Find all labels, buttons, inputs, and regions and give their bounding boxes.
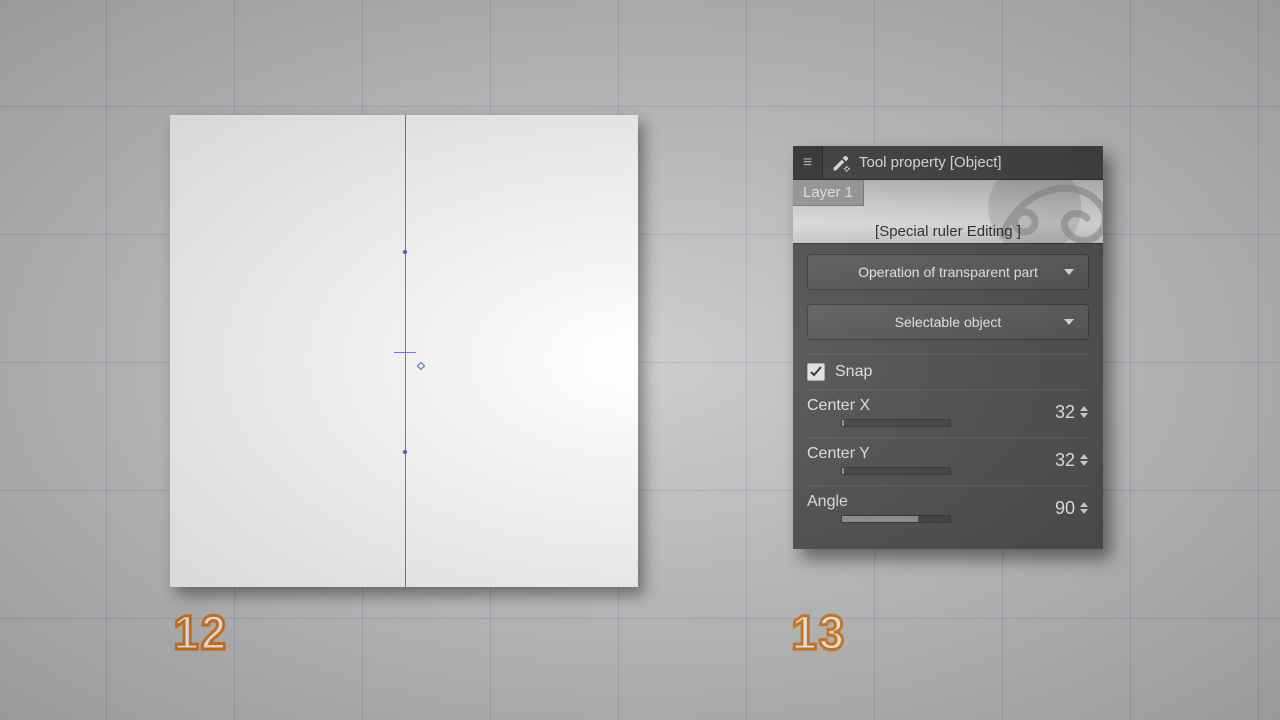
center-y-value[interactable]: 32	[1047, 450, 1075, 471]
center-y-row: Center Y 32	[807, 437, 1089, 485]
angle-slider[interactable]	[841, 515, 951, 523]
transparent-operation-dropdown[interactable]: Operation of transparent part	[807, 254, 1089, 290]
panel-titlebar[interactable]: ≡ Tool property [Object]	[793, 146, 1103, 180]
panel-title-tab[interactable]: Tool property [Object]	[823, 146, 1103, 179]
center-x-stepper[interactable]	[1079, 405, 1089, 419]
step-number-12: 12	[173, 606, 228, 661]
panel-title: Tool property [Object]	[859, 154, 1002, 171]
center-y-stepper[interactable]	[1079, 453, 1089, 467]
layer-tag[interactable]: Layer 1	[793, 180, 864, 206]
tool-property-panel: ≡ Tool property [Object] Layer 1 [Specia…	[793, 146, 1103, 549]
center-x-label: Center X	[807, 397, 951, 415]
selectable-object-dropdown[interactable]: Selectable object	[807, 304, 1089, 340]
angle-value[interactable]: 90	[1047, 498, 1075, 519]
snap-row: Snap	[807, 354, 1089, 389]
ruler-handle-top[interactable]	[403, 250, 407, 254]
chevron-down-icon	[1062, 265, 1076, 279]
snap-label: Snap	[835, 363, 872, 381]
snap-checkbox[interactable]	[807, 363, 825, 381]
panel-menu-button[interactable]: ≡	[793, 146, 823, 179]
angle-row: Angle 90	[807, 485, 1089, 533]
center-x-row: Center X 32	[807, 389, 1089, 437]
symmetry-ruler-cross[interactable]	[394, 352, 416, 353]
dropdown-label: Selectable object	[895, 314, 1002, 330]
center-x-value[interactable]: 32	[1047, 402, 1075, 423]
canvas-document[interactable]	[170, 115, 638, 587]
editing-mode-label: [Special ruler Editing ]	[793, 223, 1103, 240]
ruler-handle-bottom[interactable]	[403, 450, 407, 454]
symmetry-ruler-vertical[interactable]	[405, 115, 406, 587]
center-y-label: Center Y	[807, 445, 951, 463]
grid-background: ≡ Tool property [Object] Layer 1 [Specia…	[0, 0, 1280, 720]
chevron-down-icon	[1062, 315, 1076, 329]
step-number-13: 13	[791, 606, 846, 661]
angle-stepper[interactable]	[1079, 501, 1089, 515]
center-y-slider[interactable]	[841, 467, 951, 475]
dropdown-label: Operation of transparent part	[858, 264, 1038, 280]
ruler-rotate-handle[interactable]	[417, 362, 425, 370]
center-x-slider[interactable]	[841, 419, 951, 427]
angle-label: Angle	[807, 493, 951, 511]
brush-settings-icon	[831, 153, 851, 173]
panel-subheader: Layer 1 [Special ruler Editing ]	[793, 180, 1103, 244]
